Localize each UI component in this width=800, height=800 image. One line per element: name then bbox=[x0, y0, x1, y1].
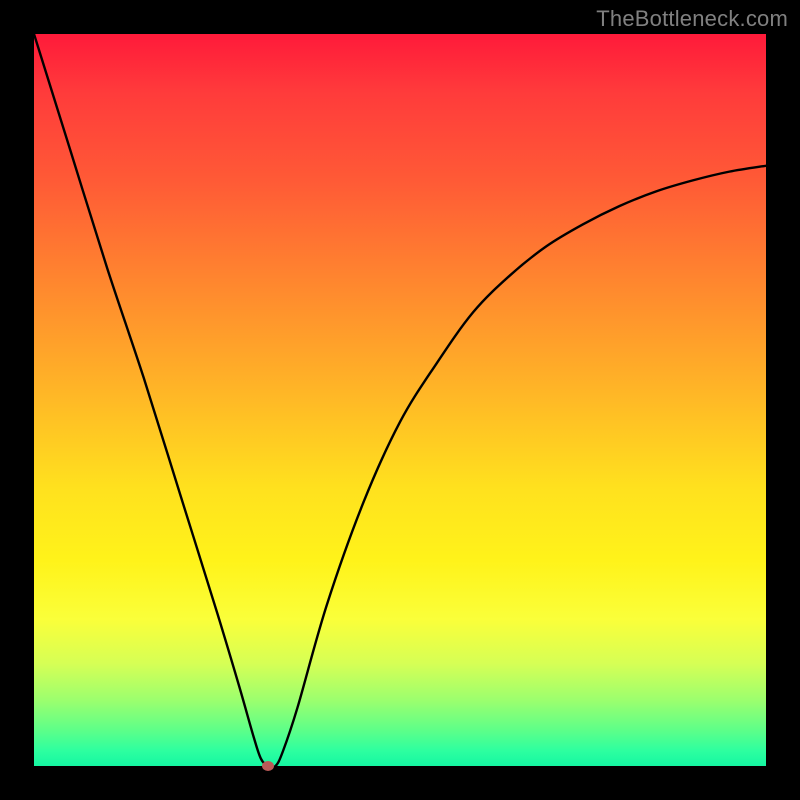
chart-frame: TheBottleneck.com bbox=[0, 0, 800, 800]
optimal-point-marker bbox=[262, 761, 274, 771]
plot-area bbox=[34, 34, 766, 766]
watermark-text: TheBottleneck.com bbox=[596, 6, 788, 32]
curve-svg bbox=[34, 34, 766, 766]
bottleneck-curve-path bbox=[34, 34, 766, 766]
